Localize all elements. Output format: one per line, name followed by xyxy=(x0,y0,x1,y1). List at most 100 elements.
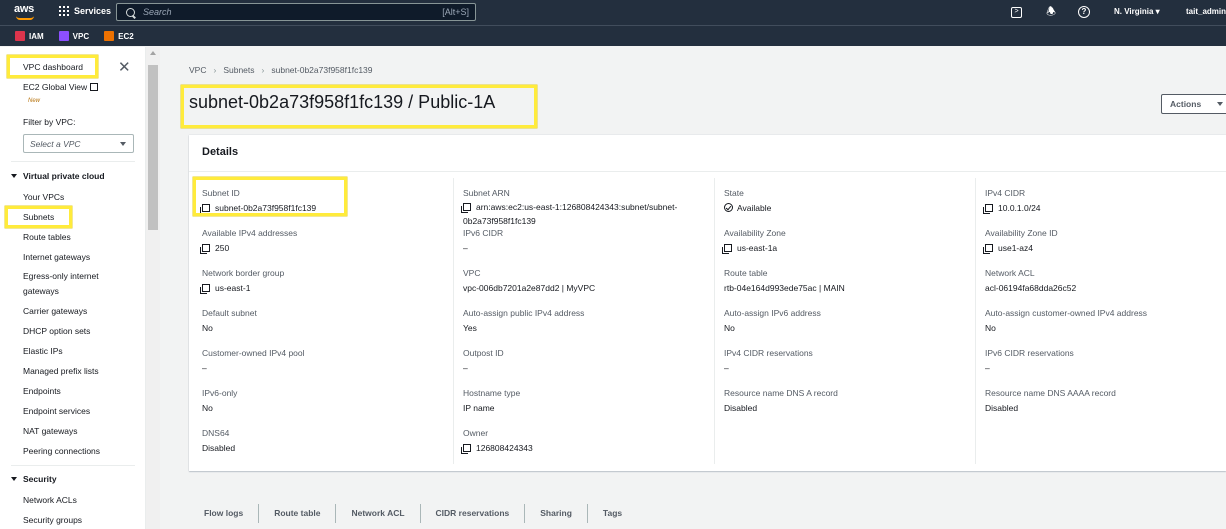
help-icon[interactable]: ? xyxy=(1078,6,1090,18)
favorite-ec2[interactable]: EC2 xyxy=(104,31,134,41)
field-value: Disabled xyxy=(985,403,1019,413)
field-subnet-arn: Subnet ARN arn:aws:ec2:us-east-1:1268084… xyxy=(461,188,713,228)
sidebar-item-peering-connections[interactable]: Peering connections xyxy=(23,446,100,456)
copy-icon[interactable] xyxy=(200,284,210,294)
copy-icon[interactable] xyxy=(983,204,993,214)
field-state: State Available xyxy=(724,188,974,214)
breadcrumb-subnets[interactable]: Subnets xyxy=(223,65,254,75)
breadcrumb-vpc[interactable]: VPC xyxy=(189,65,206,75)
favorite-iam[interactable]: IAM xyxy=(15,31,44,41)
field-network-acl: Network ACL acl-06194fa68dda26c52 xyxy=(985,268,1226,294)
bell-icon[interactable]: 🕭 xyxy=(1044,5,1058,19)
detail-tabs: Flow logs Route table Network ACL CIDR r… xyxy=(189,498,1226,529)
sidebar: VPC dashboard ✕ EC2 Global View New Filt… xyxy=(0,47,146,529)
vpc-link[interactable]: vpc-006db7201a2e87dd2 | MyVPC xyxy=(463,283,713,294)
field-label: Auto-assign public IPv4 address xyxy=(463,308,585,318)
scroll-up-icon[interactable] xyxy=(150,51,156,55)
cloudshell-icon[interactable]: > xyxy=(1011,7,1022,18)
field-customer-owned-ipv4-pool: Customer-owned IPv4 pool – xyxy=(202,348,452,374)
tab-route-table[interactable]: Route table xyxy=(259,504,337,523)
chevron-right-icon: › xyxy=(261,65,265,75)
field-hostname-type: Hostname type IP name xyxy=(463,388,713,414)
sidebar-item-security-groups[interactable]: Security groups xyxy=(23,515,82,525)
sidebar-item-your-vpcs[interactable]: Your VPCs xyxy=(23,192,64,202)
field-label: Network border group xyxy=(202,268,285,278)
sidebar-item-endpoint-services[interactable]: Endpoint services xyxy=(23,406,90,416)
field-value: – xyxy=(202,363,207,373)
breadcrumb-current: subnet-0b2a73f958f1fc139 xyxy=(271,65,373,75)
sidebar-item-elastic-ips[interactable]: Elastic IPs xyxy=(23,346,63,356)
field-value: – xyxy=(724,363,729,373)
sidebar-item-egress-only-internet-gateways-cont[interactable]: gateways xyxy=(23,286,59,296)
field-dns-aaaa-record: Resource name DNS AAAA record Disabled xyxy=(985,388,1226,414)
caret-down-icon xyxy=(11,477,17,481)
sidebar-item-carrier-gateways[interactable]: Carrier gateways xyxy=(23,306,87,316)
region-selector[interactable]: N. Virginia ▾ xyxy=(1114,7,1160,16)
available-ipv4-value: 250 xyxy=(215,243,230,253)
section-security[interactable]: Security xyxy=(11,474,57,484)
sidebar-item-ec2-global-view[interactable]: EC2 Global View xyxy=(23,82,99,92)
sidebar-item-internet-gateways[interactable]: Internet gateways xyxy=(23,252,90,262)
field-label: Customer-owned IPv4 pool xyxy=(202,348,305,358)
field-label: Default subnet xyxy=(202,308,257,318)
tab-tags[interactable]: Tags xyxy=(588,504,637,523)
actions-button[interactable]: Actions xyxy=(1161,94,1226,114)
field-label: Subnet ARN xyxy=(463,188,510,198)
favorite-vpc[interactable]: VPC xyxy=(58,31,89,41)
main-content: VPC › Subnets › subnet-0b2a73f958f1fc139… xyxy=(160,47,1226,529)
network-acl-link[interactable]: acl-06194fa68dda26c52 xyxy=(985,283,1226,294)
sidebar-item-subnets[interactable]: Subnets xyxy=(23,212,54,222)
copy-icon[interactable] xyxy=(461,444,471,454)
copy-icon[interactable] xyxy=(200,244,210,254)
sidebar-item-network-acls[interactable]: Network ACLs xyxy=(23,495,77,505)
search-bar[interactable]: [Alt+S] xyxy=(116,3,476,21)
field-label: IPv4 CIDR reservations xyxy=(724,348,813,358)
field-label: Resource name DNS AAAA record xyxy=(985,388,1116,398)
sidebar-item-egress-only-internet-gateways[interactable]: Egress-only internet xyxy=(23,271,99,281)
copy-icon[interactable] xyxy=(983,244,993,254)
services-label: Services xyxy=(74,6,112,16)
field-value: Disabled xyxy=(202,443,236,453)
section-virtual-private-cloud[interactable]: Virtual private cloud xyxy=(11,171,105,181)
vpc-filter-select[interactable]: Select a VPC xyxy=(23,134,134,153)
filter-by-vpc-label: Filter by VPC: xyxy=(23,117,76,127)
availability-zone-value: us-east-1a xyxy=(737,243,778,253)
grid-icon xyxy=(59,6,69,16)
copy-icon[interactable] xyxy=(200,204,210,214)
section-label: Virtual private cloud xyxy=(23,171,105,181)
owner-value: 126808424343 xyxy=(476,443,533,453)
copy-icon[interactable] xyxy=(722,244,732,254)
sidebar-item-vpc-dashboard[interactable]: VPC dashboard xyxy=(23,62,83,72)
tab-cidr-reservations[interactable]: CIDR reservations xyxy=(421,504,526,523)
services-menu-button[interactable]: Services xyxy=(59,6,111,16)
field-dns-a-record: Resource name DNS A record Disabled xyxy=(724,388,974,414)
field-value: IP name xyxy=(463,403,495,413)
sidebar-item-route-tables[interactable]: Route tables xyxy=(23,232,71,242)
route-table-link[interactable]: rtb-04e164d993ede75ac | MAIN xyxy=(724,283,974,294)
tab-flow-logs[interactable]: Flow logs xyxy=(189,504,260,523)
field-label: IPv6-only xyxy=(202,388,238,398)
copy-icon[interactable] xyxy=(461,203,471,213)
tab-network-acl[interactable]: Network ACL xyxy=(336,504,421,523)
search-input[interactable] xyxy=(143,7,423,17)
field-label: Hostname type xyxy=(463,388,521,398)
sidebar-item-managed-prefix-lists[interactable]: Managed prefix lists xyxy=(23,366,99,376)
section-label: Security xyxy=(23,474,57,484)
divider xyxy=(11,161,135,162)
sidebar-item-dhcp-option-sets[interactable]: DHCP option sets xyxy=(23,326,90,336)
close-icon[interactable]: ✕ xyxy=(118,60,131,75)
sidebar-item-endpoints[interactable]: Endpoints xyxy=(23,386,61,396)
scrollbar-thumb[interactable] xyxy=(148,65,158,230)
field-outpost-id: Outpost ID – xyxy=(463,348,713,374)
field-value: – xyxy=(463,243,468,253)
field-dns64: DNS64 Disabled xyxy=(202,428,452,454)
ipv4-cidr-value: 10.0.1.0/24 xyxy=(998,203,1041,213)
account-menu[interactable]: tait_admin xyxy=(1186,7,1226,16)
aws-logo[interactable]: aws xyxy=(14,3,38,21)
sidebar-item-nat-gateways[interactable]: NAT gateways xyxy=(23,426,78,436)
tab-sharing[interactable]: Sharing xyxy=(525,504,588,523)
subnet-id-value: subnet-0b2a73f958f1fc139 xyxy=(215,203,317,213)
search-icon xyxy=(126,7,135,17)
details-title: Details xyxy=(202,146,239,158)
field-ipv4-cidr: IPv4 CIDR 10.0.1.0/24 xyxy=(983,188,1226,214)
